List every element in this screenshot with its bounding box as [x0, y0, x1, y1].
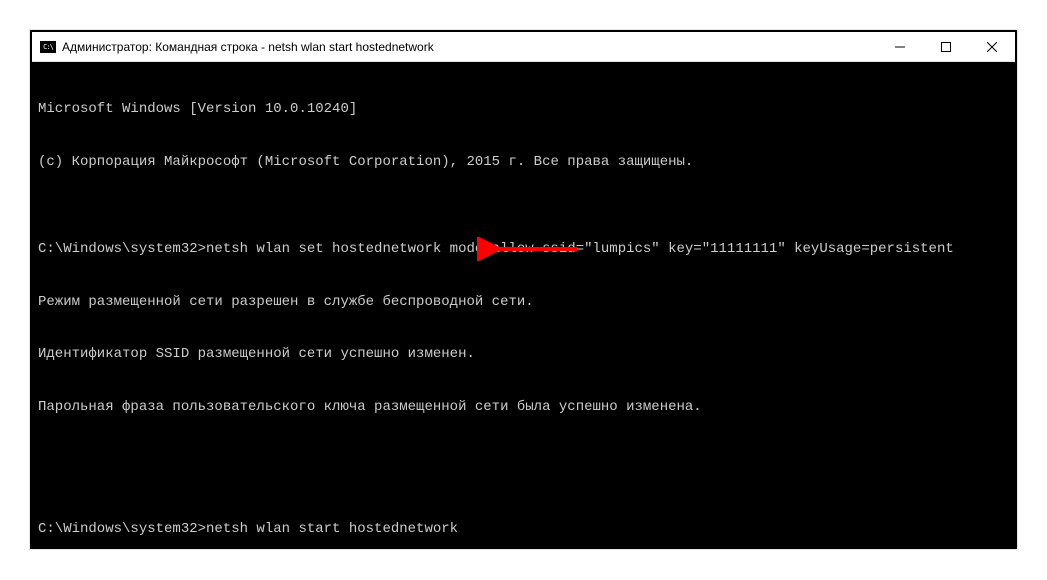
maximize-button[interactable]: [923, 32, 969, 61]
window-title: Администратор: Командная строка - netsh …: [62, 40, 877, 54]
minimize-button[interactable]: [877, 32, 923, 61]
terminal-line: Идентификатор SSID размещенной сети успе…: [38, 346, 1009, 364]
titlebar[interactable]: C:\ Администратор: Командная строка - ne…: [32, 32, 1015, 62]
window-controls: [877, 32, 1015, 61]
minimize-icon: [895, 42, 905, 52]
terminal-line: Режим размещенной сети разрешен в службе…: [38, 294, 1009, 312]
close-icon: [987, 42, 997, 52]
terminal-line: C:\Windows\system32>netsh wlan set hoste…: [38, 241, 1009, 259]
command-prompt-window: C:\ Администратор: Командная строка - ne…: [30, 30, 1017, 549]
terminal-line: Парольная фраза пользовательского ключа …: [38, 399, 1009, 417]
terminal-line: Microsoft Windows [Version 10.0.10240]: [38, 101, 1009, 119]
cmd-icon: C:\: [40, 41, 56, 53]
terminal-output[interactable]: Microsoft Windows [Version 10.0.10240] (…: [32, 62, 1015, 547]
maximize-icon: [941, 42, 951, 52]
terminal-line: (c) Корпорация Майкрософт (Microsoft Cor…: [38, 154, 1009, 172]
terminal-line: C:\Windows\system32>netsh wlan start hos…: [38, 521, 1009, 539]
close-button[interactable]: [969, 32, 1015, 61]
